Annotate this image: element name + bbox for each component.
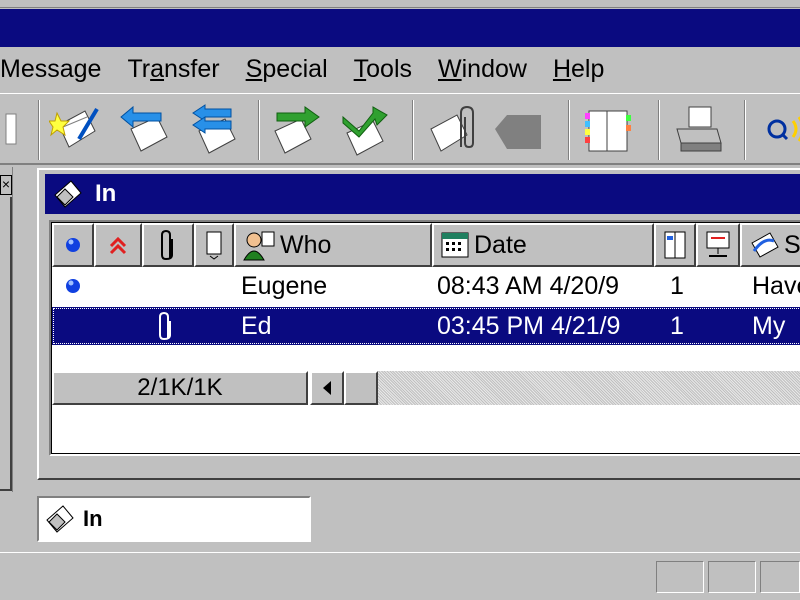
column-header-priority[interactable] [94, 223, 142, 267]
menu-bar: Message Transfer Special Tools Window He… [0, 47, 800, 92]
print-icon[interactable] [670, 102, 726, 158]
menu-help[interactable]: Help [540, 55, 617, 84]
reply-icon[interactable] [116, 102, 172, 158]
table-row[interactable]: Eugene 08:43 AM 4/20/9 1 Have [52, 267, 800, 305]
column-header-who[interactable]: Who [234, 223, 432, 267]
arrow-left-icon [323, 381, 331, 395]
size-icon [664, 231, 686, 259]
partial-toolbar-icon[interactable] [0, 102, 28, 158]
find-icon[interactable] [756, 102, 800, 158]
row-subject: Have [752, 271, 800, 300]
label-icon [206, 231, 222, 260]
mailbox-stats: 2/1K/1K [52, 371, 308, 405]
priority-icon [109, 236, 127, 255]
column-header-attachment[interactable] [142, 223, 194, 267]
window-top-edge [0, 0, 800, 8]
menu-window[interactable]: Window [425, 55, 540, 84]
delete-icon[interactable] [490, 102, 546, 158]
person-icon [242, 228, 276, 262]
menu-message[interactable]: Message [0, 55, 114, 84]
menu-transfer[interactable]: Transfer [114, 55, 232, 84]
status-panel [708, 561, 756, 593]
attachment-paperclip-icon [158, 307, 178, 345]
column-header-server[interactable] [696, 223, 740, 267]
mailbox-title-bar[interactable]: In [45, 174, 800, 214]
status-panel [656, 561, 704, 593]
reply-all-icon[interactable] [184, 102, 240, 158]
toolbar-separator [258, 100, 260, 160]
toolbar-separator [568, 100, 570, 160]
subject-icon [748, 229, 780, 261]
mailbox-tab-icon [45, 504, 75, 534]
paperclip-icon [161, 229, 173, 261]
dock-content [0, 197, 12, 491]
calendar-icon [440, 230, 470, 260]
mailbox-tab-bar: In [0, 492, 800, 550]
row-size: 1 [670, 311, 684, 340]
scroll-thumb[interactable] [344, 371, 378, 405]
mailbox-tab-in[interactable]: In [37, 496, 311, 542]
column-header-status[interactable] [52, 223, 94, 267]
toolbar-separator [744, 100, 746, 160]
column-header-size[interactable] [654, 223, 696, 267]
toolbar [0, 93, 800, 165]
column-headers: Who Date S [52, 223, 800, 267]
status-panel [760, 561, 800, 593]
app-title-bar[interactable] [0, 9, 800, 47]
menu-special[interactable]: Special [233, 55, 341, 84]
column-header-label[interactable] [194, 223, 234, 267]
dock-close-icon[interactable]: × [0, 175, 12, 195]
toolbar-separator [38, 100, 40, 160]
left-dock-panel: × [0, 167, 13, 492]
row-date: 08:43 AM 4/20/9 [437, 271, 620, 300]
column-header-subject[interactable]: S [740, 223, 800, 267]
message-list[interactable]: Who Date S Eugene 08:43 AM 4/20/9 1 Hav … [49, 220, 800, 456]
server-icon [706, 231, 730, 257]
row-who: Ed [241, 311, 272, 340]
menu-tools[interactable]: Tools [341, 55, 425, 84]
column-header-date[interactable]: Date [432, 223, 654, 267]
mailbox-icon [53, 179, 83, 209]
forward-icon[interactable] [270, 102, 326, 158]
row-who: Eugene [241, 271, 328, 300]
mailbox-title: In [95, 180, 117, 207]
row-size: 1 [670, 271, 684, 300]
mailbox-tab-label: In [83, 506, 103, 531]
redirect-icon[interactable] [338, 102, 394, 158]
horizontal-scrollbar[interactable] [310, 371, 800, 405]
status-bar [0, 552, 800, 600]
scroll-left-button[interactable] [310, 371, 344, 405]
table-row[interactable]: Ed 03:45 PM 4/21/9 1 My [52, 307, 800, 345]
row-date: 03:45 PM 4/21/9 [437, 311, 621, 340]
row-subject: My [752, 311, 786, 340]
unread-status-icon [64, 267, 94, 305]
toolbar-separator [412, 100, 414, 160]
new-message-icon[interactable] [48, 102, 104, 158]
attach-icon[interactable] [424, 102, 480, 158]
status-icon [66, 238, 80, 252]
mailbox-window: In Who Date S Eugene 08:43 AM 4/20/9 1 H… [37, 168, 800, 480]
toolbar-separator [658, 100, 660, 160]
address-book-icon[interactable] [580, 102, 636, 158]
